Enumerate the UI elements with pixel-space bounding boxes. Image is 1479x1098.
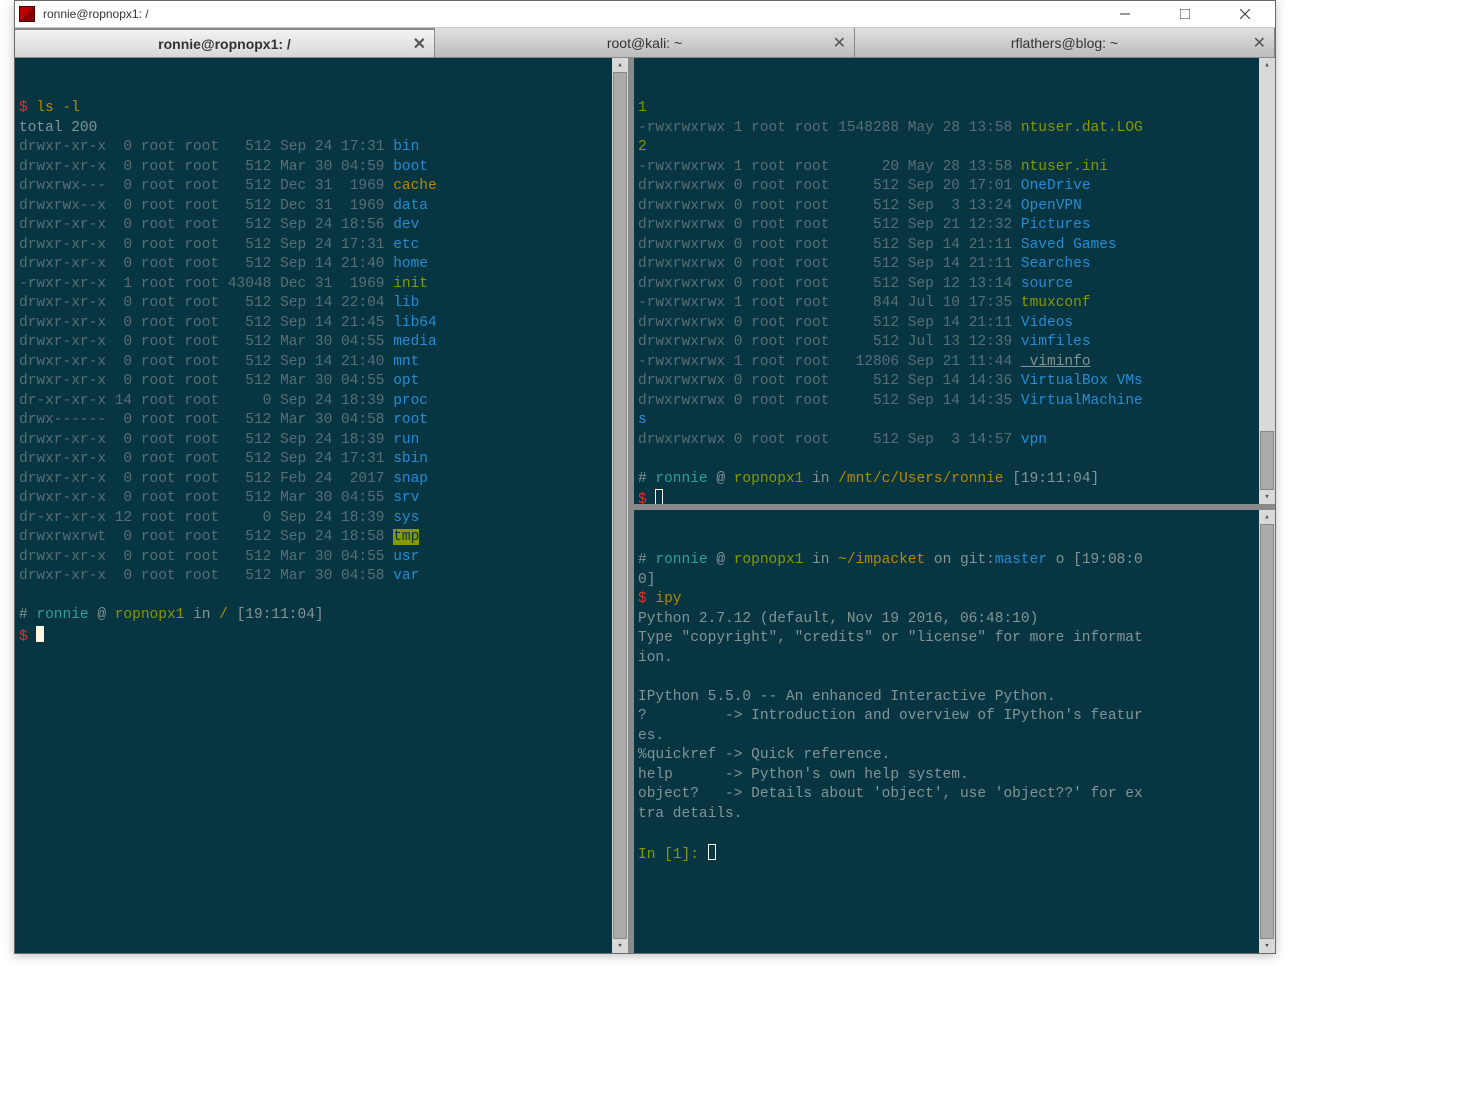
minimize-button[interactable] [1095,1,1155,27]
tab-close-icon[interactable]: ✕ [413,34,426,54]
tab-label: root@kali: ~ [607,35,682,51]
bottom-right-terminal-pane[interactable]: # ronnie @ ropnopx1 in ~/impacket on git… [634,510,1275,953]
maximize-icon [1180,9,1190,19]
scroll-thumb[interactable] [613,72,627,939]
maximize-button[interactable] [1155,1,1215,27]
scroll-up-icon[interactable]: ▴ [1259,58,1275,72]
close-icon [1240,9,1250,19]
br-scrollbar[interactable]: ▴ ▾ [1259,510,1275,953]
scroll-track[interactable] [612,72,628,939]
tab-close-icon[interactable]: ✕ [833,33,846,53]
left-terminal-pane[interactable]: $ ls -l total 200 drwxr-xr-x 0 root root… [15,58,634,953]
left-scrollbar[interactable]: ▴ ▾ [612,58,628,953]
scroll-down-icon[interactable]: ▾ [612,939,628,953]
scroll-up-icon[interactable]: ▴ [1259,510,1275,524]
terminal-output: # ronnie @ ropnopx1 in ~/impacket on git… [638,551,1271,865]
terminal-output: $ ls -l total 200 drwxr-xr-x 0 root root… [19,99,624,647]
tab-close-icon[interactable]: ✕ [1253,33,1266,53]
scroll-track[interactable] [1259,72,1275,490]
window-title: ronnie@ropnopx1: / [43,7,149,21]
titlebar[interactable]: ronnie@ropnopx1: / [15,1,1275,28]
tab-label: ronnie@ropnopx1: / [158,36,291,52]
scroll-down-icon[interactable]: ▾ [1259,939,1275,953]
tr-scrollbar[interactable]: ▴ ▾ [1259,58,1275,504]
terminal-split-area: $ ls -l total 200 drwxr-xr-x 0 root root… [15,58,1275,953]
tab-1[interactable]: ronnie@ropnopx1: / ✕ [15,28,435,57]
tab-2[interactable]: root@kali: ~ ✕ [435,28,855,57]
scroll-thumb[interactable] [1260,431,1274,490]
scroll-down-icon[interactable]: ▾ [1259,490,1275,504]
scroll-thumb[interactable] [1260,524,1274,939]
close-button[interactable] [1215,1,1275,27]
app-window: ronnie@ropnopx1: / ronnie@ropnopx1: / ✕ … [14,0,1276,954]
minimize-icon [1120,9,1130,19]
terminal-output: 1 -rwxrwxrwx 1 root root 1548288 May 28 … [638,99,1271,510]
scroll-up-icon[interactable]: ▴ [612,58,628,72]
scroll-track[interactable] [1259,524,1275,939]
top-right-terminal-pane[interactable]: 1 -rwxrwxrwx 1 root root 1548288 May 28 … [634,58,1275,510]
tab-3[interactable]: rflathers@blog: ~ ✕ [855,28,1275,57]
right-pane-wrap: 1 -rwxrwxrwx 1 root root 1548288 May 28 … [634,58,1275,953]
app-icon [19,6,35,22]
tab-label: rflathers@blog: ~ [1011,35,1118,51]
tab-bar: ronnie@ropnopx1: / ✕ root@kali: ~ ✕ rfla… [15,28,1275,58]
